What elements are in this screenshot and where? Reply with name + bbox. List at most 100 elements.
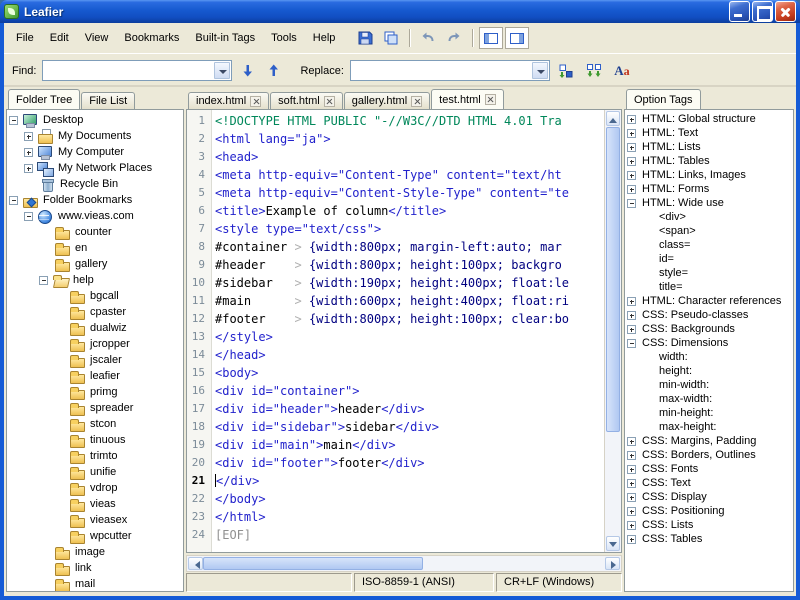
tree-item-css-backgrounds[interactable]: CSS: Backgrounds xyxy=(625,322,793,336)
code-line[interactable]: 6 <title>Example of column</title> xyxy=(187,202,604,220)
expand-icon[interactable] xyxy=(627,114,636,124)
tree-item-html-forms[interactable]: HTML: Forms xyxy=(625,182,793,196)
title-bar[interactable]: Leafier xyxy=(0,0,800,23)
find-dropdown-button[interactable] xyxy=(214,62,231,79)
code-line[interactable]: 3 <head> xyxy=(187,148,604,166)
redo-button[interactable] xyxy=(442,27,466,49)
expand-icon[interactable] xyxy=(627,296,636,306)
tree-item-id[interactable]: id= xyxy=(625,252,793,266)
close-tab-icon[interactable] xyxy=(411,95,423,107)
code-line[interactable]: 20 <div id="footer">footer</div> xyxy=(187,454,604,472)
code-line[interactable]: 23 </html> xyxy=(187,508,604,526)
tree-item-cpaster[interactable]: cpaster xyxy=(7,304,183,320)
font-button[interactable]: Aa xyxy=(610,60,634,82)
tree-item-css-lists[interactable]: CSS: Lists xyxy=(625,518,793,532)
menu-file[interactable]: File xyxy=(8,28,42,48)
code-line[interactable]: 19 <div id="main">main</div> xyxy=(187,436,604,454)
tree-item-title[interactable]: title= xyxy=(625,280,793,294)
toggle-right-panel-button[interactable] xyxy=(505,27,530,49)
close-tab-icon[interactable] xyxy=(323,95,335,107)
code-line[interactable]: 5 <meta http-equiv="Content-Style-Type" c… xyxy=(187,184,604,202)
tree-item-unifie[interactable]: unifie xyxy=(7,464,183,480)
tree-item-html-tables[interactable]: HTML: Tables xyxy=(625,154,793,168)
collapse-icon[interactable] xyxy=(9,195,18,205)
tree-item-en[interactable]: en xyxy=(7,240,183,256)
collapse-icon[interactable] xyxy=(627,338,636,348)
expand-icon[interactable] xyxy=(627,310,636,320)
tree-item-html-lists[interactable]: HTML: Lists xyxy=(625,140,793,154)
toggle-left-panel-button[interactable] xyxy=(479,27,504,49)
scroll-right-button[interactable] xyxy=(605,557,620,570)
menu-bookmarks[interactable]: Bookmarks xyxy=(116,28,187,48)
collapse-icon[interactable] xyxy=(627,198,636,208)
vertical-scroll-thumb[interactable] xyxy=(606,127,620,432)
expand-icon[interactable] xyxy=(627,184,636,194)
tree-item-mail[interactable]: mail xyxy=(7,576,183,591)
tree-item-min-width[interactable]: min-width: xyxy=(625,378,793,392)
tree-item-tinuous[interactable]: tinuous xyxy=(7,432,183,448)
tree-item-html-character-references[interactable]: HTML: Character references xyxy=(625,294,793,308)
tree-item-css-fonts[interactable]: CSS: Fonts xyxy=(625,462,793,476)
expand-icon[interactable] xyxy=(627,142,636,152)
menu-help[interactable]: Help xyxy=(305,28,344,48)
tree-item-image[interactable]: image xyxy=(7,544,183,560)
tree-item-primg[interactable]: primg xyxy=(7,384,183,400)
collapse-icon[interactable] xyxy=(24,211,33,221)
tree-item-trimto[interactable]: trimto xyxy=(7,448,183,464)
scroll-left-button[interactable] xyxy=(188,557,203,570)
tree-item-css-display[interactable]: CSS: Display xyxy=(625,490,793,504)
tree-item-wpcutter[interactable]: wpcutter xyxy=(7,528,183,544)
find-input[interactable] xyxy=(45,63,213,78)
tree-item-vieas[interactable]: vieas xyxy=(7,496,183,512)
undo-button[interactable] xyxy=(416,27,440,49)
tree-item-html-wide-use[interactable]: HTML: Wide use xyxy=(625,196,793,210)
code-line[interactable]: 2 <html lang="ja"> xyxy=(187,130,604,148)
tree-item-style[interactable]: style= xyxy=(625,266,793,280)
code-line[interactable]: 17 <div id="header">header</div> xyxy=(187,400,604,418)
menu-view[interactable]: View xyxy=(77,28,117,48)
code-line[interactable]: 9 #header > {width:800px; height:100px; b… xyxy=(187,256,604,274)
tree-item-html-global-structure[interactable]: HTML: Global structure xyxy=(625,112,793,126)
code-line[interactable]: 7 <style type="text/css"> xyxy=(187,220,604,238)
expand-icon[interactable] xyxy=(24,163,33,173)
tree-item-div[interactable]: <div> xyxy=(625,210,793,224)
menu-tools[interactable]: Tools xyxy=(263,28,305,48)
tree-item-dualwiz[interactable]: dualwiz xyxy=(7,320,183,336)
expand-icon[interactable] xyxy=(627,506,636,516)
replace-all-button[interactable] xyxy=(582,60,606,82)
tree-item-stcon[interactable]: stcon xyxy=(7,416,183,432)
find-combobox[interactable] xyxy=(42,60,233,81)
replace-dropdown-button[interactable] xyxy=(531,62,548,79)
code-line[interactable]: 1 <!DOCTYPE HTML PUBLIC "-//W3C//DTD HTML… xyxy=(187,112,604,130)
close-tab-icon[interactable] xyxy=(250,95,262,107)
tab-gallery-html[interactable]: gallery.html xyxy=(343,92,431,109)
option-tags-tree[interactable]: HTML: Global structure HTML: Text HTML: Li… xyxy=(624,109,794,592)
tree-item-help[interactable]: help xyxy=(7,272,183,288)
tree-item-my-computer[interactable]: My Computer xyxy=(7,144,183,160)
horizontal-scrollbar[interactable] xyxy=(186,555,622,572)
tree-item-min-height[interactable]: min-height: xyxy=(625,406,793,420)
expand-icon[interactable] xyxy=(627,436,636,446)
tree-item-css-margins-padding[interactable]: CSS: Margins, Padding xyxy=(625,434,793,448)
tree-item-desktop[interactable]: Desktop xyxy=(7,112,183,128)
tab-soft-html[interactable]: soft.html xyxy=(270,92,343,109)
code-area[interactable]: 1 <!DOCTYPE HTML PUBLIC "-//W3C//DTD HTML… xyxy=(187,110,604,552)
code-line[interactable]: 16 <div id="container"> xyxy=(187,382,604,400)
tab-file-list[interactable]: File List xyxy=(81,92,136,109)
tree-item-jcropper[interactable]: jcropper xyxy=(7,336,183,352)
code-line[interactable]: 21 </div> xyxy=(187,472,604,490)
code-line[interactable]: 4 <meta http-equiv="Content-Type" content… xyxy=(187,166,604,184)
tree-item-leafier[interactable]: leafier xyxy=(7,368,183,384)
save-button[interactable] xyxy=(353,27,377,49)
tree-item-spreader[interactable]: spreader xyxy=(7,400,183,416)
tree-item-bgcall[interactable]: bgcall xyxy=(7,288,183,304)
tree-item-html-links-images[interactable]: HTML: Links, Images xyxy=(625,168,793,182)
tree-item-html-text[interactable]: HTML: Text xyxy=(625,126,793,140)
tree-item-folder-bookmarks[interactable]: Folder Bookmarks xyxy=(7,192,183,208)
expand-icon[interactable] xyxy=(627,478,636,488)
expand-icon[interactable] xyxy=(627,128,636,138)
tree-item-height[interactable]: height: xyxy=(625,364,793,378)
tree-item-www-vieas-com[interactable]: www.vieas.com xyxy=(7,208,183,224)
code-line[interactable]: 22 </body> xyxy=(187,490,604,508)
code-line[interactable]: 18 <div id="sidebar">sidebar</div> xyxy=(187,418,604,436)
